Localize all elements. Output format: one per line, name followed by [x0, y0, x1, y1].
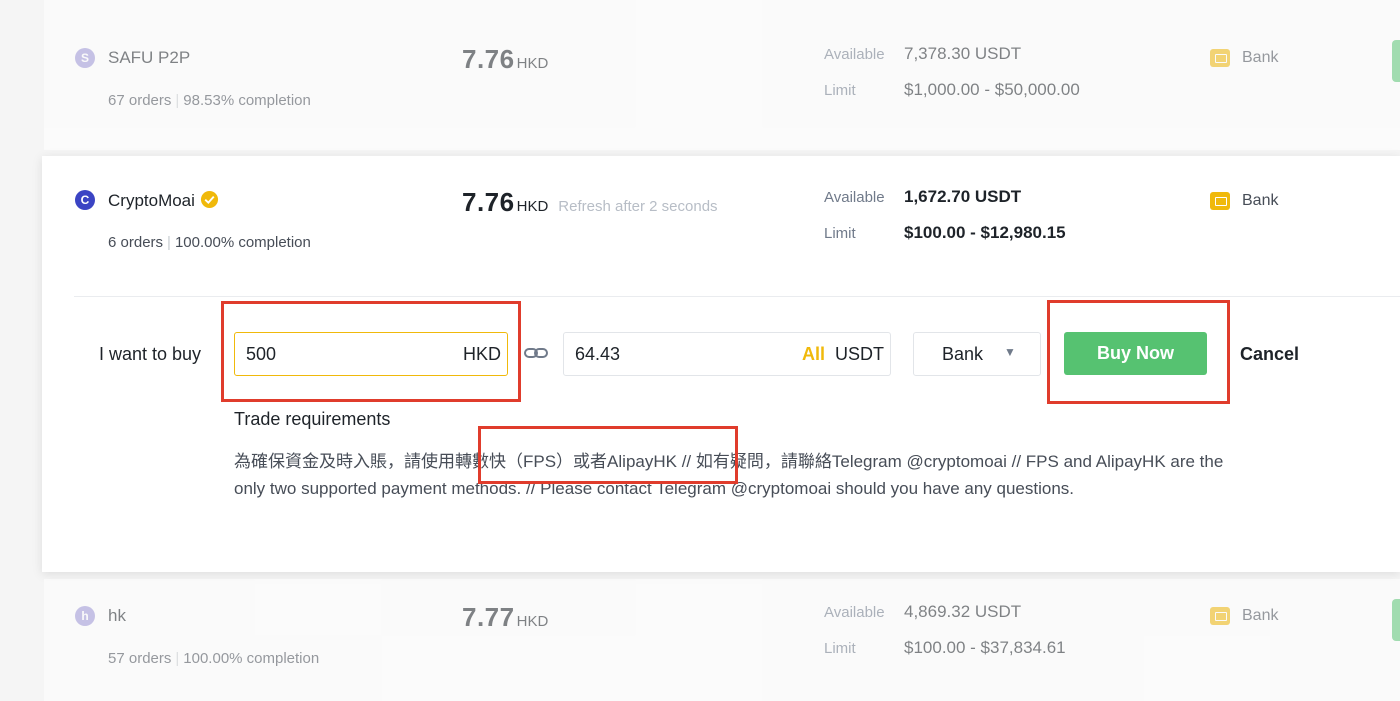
limit-label: Limit: [824, 640, 856, 657]
refresh-countdown: Refresh after 2 seconds: [558, 198, 718, 215]
completion-rate: 98.53% completion: [183, 92, 311, 109]
price: 7.76 HKD Refresh after 2 seconds: [462, 187, 718, 218]
buy-button-stub[interactable]: [1392, 40, 1400, 82]
payment-method: Bank: [1242, 607, 1279, 624]
verified-badge-icon: [200, 190, 218, 209]
section-divider: [74, 296, 1400, 297]
price-value: 7.76: [462, 187, 515, 217]
available-label: Available: [824, 189, 885, 206]
advertiser-name-text: CryptoMoai: [108, 191, 195, 210]
payment-method: Bank: [1242, 49, 1279, 66]
limit-label: Limit: [824, 82, 856, 99]
highlight-fiat-input: [221, 301, 521, 402]
crypto-amount-value: 64.43: [575, 344, 621, 364]
available-label: Available: [824, 604, 885, 621]
listing-safu-p2p: S SAFU P2P 67 orders | 98.53% completion 7…: [44, 0, 1400, 150]
cancel-button[interactable]: Cancel: [1240, 344, 1299, 365]
buy-form-label: I want to buy: [99, 344, 202, 364]
payment-method: Bank: [1242, 192, 1279, 209]
available-amount: 1,672.70 USDT: [904, 187, 1022, 206]
link-icon[interactable]: [523, 345, 549, 361]
bank-card-icon: [1210, 607, 1230, 625]
completion-rate: 100.00% completion: [183, 650, 320, 667]
advertiser-stats: 67 orders | 98.53% completion: [108, 92, 311, 109]
limit-range: $100.00 - $37,834.61: [904, 638, 1066, 657]
all-button[interactable]: All: [802, 344, 825, 364]
limit-label: Limit: [824, 225, 856, 242]
payment-method-select[interactable]: Bank ▼: [913, 332, 1041, 376]
crypto-amount-input[interactable]: 64.43 All USDT: [563, 332, 891, 376]
bank-card-icon: [1210, 192, 1230, 210]
price-value: 7.77: [462, 602, 515, 632]
advertiser-stats: 57 orders | 100.00% completion: [108, 650, 319, 667]
bank-card-icon: [1210, 49, 1230, 67]
price-currency: HKD: [516, 613, 549, 630]
available-amount: 4,869.32 USDT: [904, 602, 1022, 621]
chevron-down-icon: ▼: [1004, 345, 1016, 359]
highlight-buy-button: [1047, 300, 1230, 404]
listing-hk: h hk 57 orders | 100.00% completion 7.77 HK…: [44, 579, 1400, 701]
completion-rate: 100.00% completion: [174, 234, 311, 251]
price-currency: HKD: [516, 198, 549, 215]
payment-select-value: Bank: [942, 344, 984, 364]
order-count: 67 orders: [108, 92, 172, 109]
order-count: 6 orders: [108, 234, 164, 251]
stats-divider: |: [167, 234, 171, 251]
advertiser-name[interactable]: hk: [108, 606, 126, 626]
stats-divider: |: [175, 650, 180, 667]
available-amount: 7,378.30 USDT: [904, 44, 1022, 63]
advertiser-name[interactable]: CryptoMoai: [108, 190, 219, 211]
stats-divider: |: [175, 92, 180, 109]
price-value: 7.76: [462, 44, 515, 74]
avatar: S: [75, 48, 95, 68]
buy-button-stub[interactable]: [1392, 599, 1400, 641]
available-label: Available: [824, 46, 885, 63]
order-count: 57 orders: [108, 650, 172, 667]
trade-requirements-title: Trade requirements: [234, 409, 391, 429]
crypto-suffix: All USDT: [802, 344, 884, 365]
price: 7.76 HKD: [462, 44, 548, 75]
price-currency: HKD: [516, 55, 549, 72]
avatar: C: [75, 190, 95, 210]
limit-range: $100.00 - $12,980.15: [904, 223, 1066, 242]
crypto-currency: USDT: [835, 344, 884, 364]
price: 7.77 HKD: [462, 602, 548, 633]
avatar: h: [75, 606, 95, 626]
advertiser-name[interactable]: SAFU P2P: [108, 48, 190, 68]
limit-range: $1,000.00 - $50,000.00: [904, 80, 1080, 99]
highlight-payment-text: [478, 426, 738, 484]
advertiser-stats: 6 orders | 100.00% completion: [108, 234, 311, 251]
